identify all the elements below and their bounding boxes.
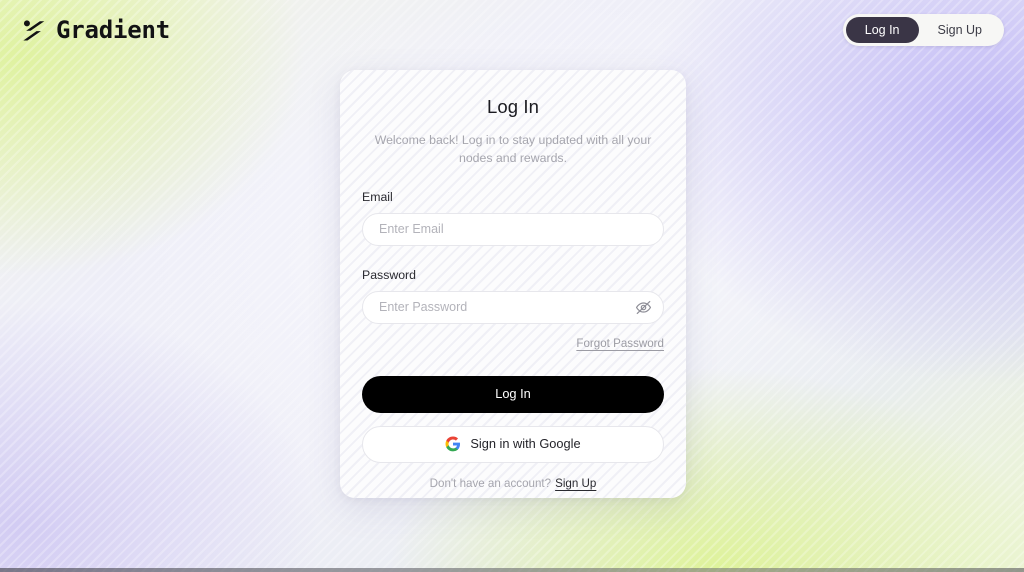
password-input[interactable] — [362, 290, 664, 324]
gradient-slash-mark-icon — [23, 19, 45, 41]
forgot-password-row: Forgot Password — [362, 334, 664, 352]
email-field-group: Email — [362, 190, 664, 246]
sign-in-with-google-button[interactable]: Sign in with Google — [362, 425, 664, 463]
log-in-submit-label: Log In — [495, 385, 531, 401]
brand-logo[interactable]: Gradient — [20, 16, 170, 44]
page-header: Gradient Log In Sign Up — [0, 0, 1024, 60]
tab-sign-up[interactable]: Sign Up — [919, 17, 1001, 44]
signup-prompt-row: Don't have an account? Sign Up — [362, 477, 664, 490]
email-input[interactable] — [362, 212, 664, 246]
signup-prompt-text: Don't have an account? — [429, 476, 552, 490]
toggle-password-visibility-button[interactable] — [634, 298, 652, 316]
eye-off-icon — [635, 300, 651, 314]
google-g-icon — [445, 436, 461, 452]
brand-name: Gradient — [56, 16, 170, 44]
log-in-submit-button[interactable]: Log In — [362, 375, 664, 413]
login-card: Log In Welcome back! Log in to stay upda… — [340, 70, 686, 498]
forgot-password-link[interactable]: Forgot Password — [576, 337, 664, 350]
card-title: Log In — [486, 96, 540, 117]
signup-link[interactable]: Sign Up — [555, 477, 596, 490]
tab-log-in[interactable]: Log In — [845, 16, 919, 44]
password-label: Password — [362, 267, 416, 282]
auth-toggle: Log In Sign Up — [842, 13, 1004, 47]
password-field-group: Password — [362, 268, 664, 324]
google-button-label: Sign in with Google — [470, 435, 581, 451]
bottom-edge-strip — [0, 568, 1024, 572]
app-screen: Gradient Log In Sign Up Log In Welcome b… — [0, 0, 1024, 572]
email-label: Email — [362, 189, 393, 204]
card-subtitle: Welcome back! Log in to stay updated wit… — [374, 133, 652, 165]
